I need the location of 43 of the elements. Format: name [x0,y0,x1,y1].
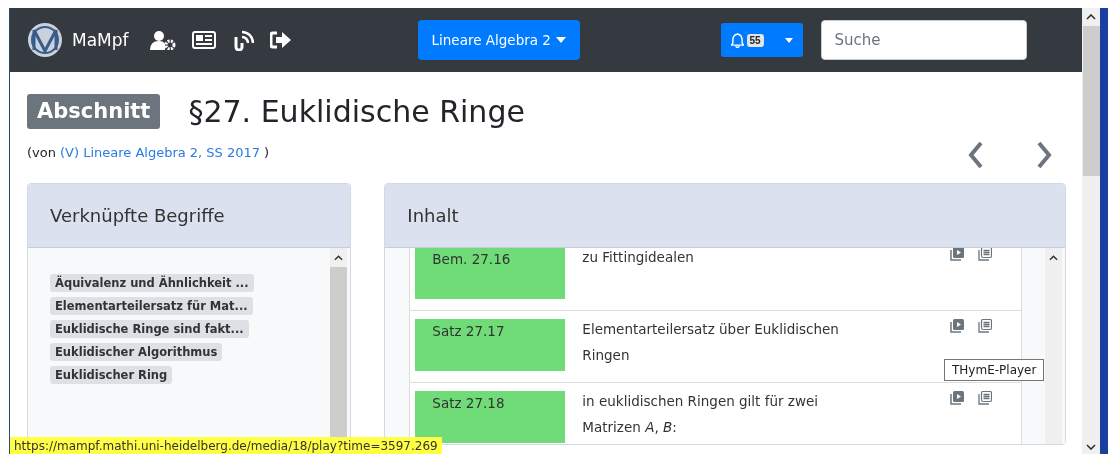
item-label[interactable]: Satz 27.17 [415,319,566,371]
user-gear-icon[interactable] [149,30,176,50]
scroll-up-icon[interactable] [334,255,344,261]
caret-icon [555,37,566,43]
term-tag[interactable]: Euklidische Ringe sind fakt... [50,320,249,338]
search-field[interactable]: Suche [820,20,1027,60]
page-scrollbar[interactable] [1082,8,1100,454]
scrollbar[interactable] [1045,248,1063,444]
notifications-button[interactable]: 55 [720,23,803,57]
item-description: Elementarteilersatz über Euklidischen Ringen [582,320,840,365]
document-icon[interactable] [978,248,993,261]
term-tag[interactable]: Äquivalenz und Ähnlichkeit ... [50,274,254,292]
lecture-dropdown[interactable]: Lineare Algebra 2 [417,20,580,60]
link-preview-tooltip: https://mampf.mathi.uni-heidelberg.de/media/18/play?time=3597.269 [10,437,442,454]
term-tag[interactable]: Elementarteilersatz für Mat... [50,297,253,315]
item-description: zu Fittingidealen [582,248,695,267]
video-play-icon[interactable] [950,248,965,261]
scroll-up-icon[interactable] [1049,255,1059,261]
term-tag[interactable]: Euklidischer Ring [50,366,173,384]
logo-icon[interactable] [27,22,63,58]
tooltip: THymE-Player [944,359,1045,381]
document-icon[interactable] [978,319,993,333]
video-play-icon[interactable] [950,319,965,333]
bell-icon [730,32,744,48]
sign-out-icon[interactable] [269,31,292,49]
page-title: §27. Euklidische Ringe [188,94,525,129]
source-suffix: ) [264,145,270,160]
notification-count: 55 [746,33,764,47]
lecture-link[interactable]: (V) Lineare Algebra 2, SS 2017 [59,145,261,160]
brand-name[interactable]: MaMpf [72,30,129,50]
card-title: Verknüpfte Begriffe [50,205,225,226]
caret-icon [784,37,793,43]
video-play-icon[interactable] [950,391,965,405]
item-label[interactable]: Bem. 27.16 [415,248,566,299]
section-badge: Abschnitt [27,94,161,129]
item-description: in euklidischen Ringen gilt für zwei Matrizen A, B: [582,392,820,437]
term-tag[interactable]: Euklidischer Algorithmus [50,343,223,361]
scroll-up-icon[interactable] [1086,14,1096,20]
newspaper-icon[interactable] [191,31,216,49]
document-icon[interactable] [978,391,993,405]
card-title: Inhalt [407,205,459,226]
scroll-down-icon[interactable] [1086,444,1096,450]
source-prefix: (von [27,145,56,160]
